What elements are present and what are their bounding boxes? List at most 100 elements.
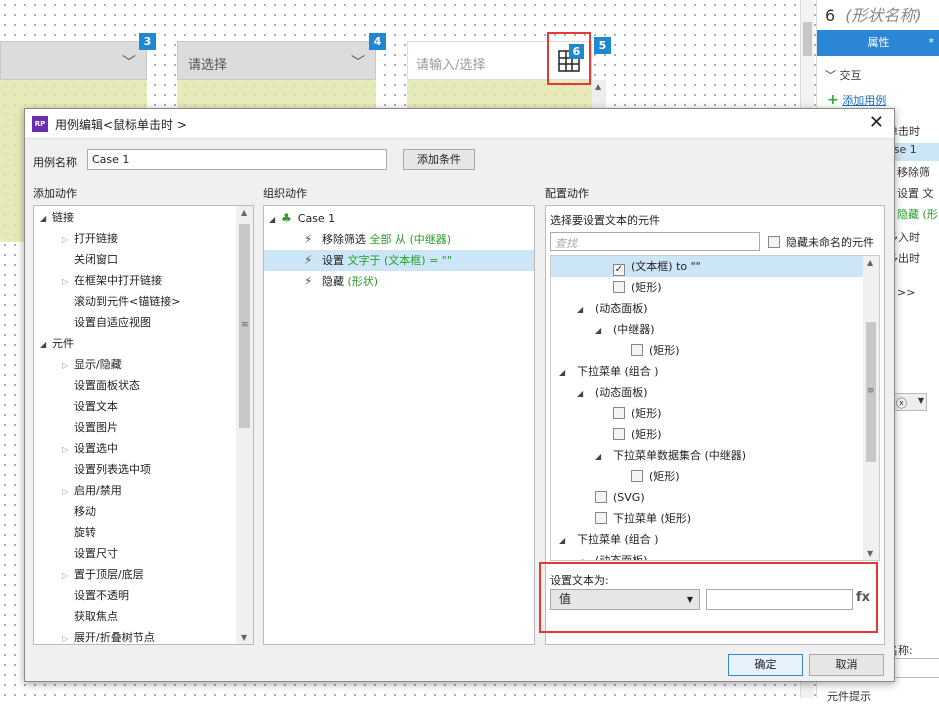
canvas-dropdown[interactable]: ﹀: [0, 41, 147, 80]
widget-tree-item[interactable]: 下拉菜单 (矩形): [551, 508, 863, 529]
dialog-titlebar: RP 用例编辑<鼠标单击时 > ✕: [25, 109, 894, 139]
more-arrows[interactable]: >>: [897, 286, 915, 299]
lightning-icon: ⚡: [304, 274, 313, 288]
chevron-down-icon: ▼: [917, 396, 924, 405]
scrollbar-thumb[interactable]: ≡: [239, 224, 250, 428]
chevron-down-icon: ﹀: [825, 69, 840, 82]
expander-icon: ▷: [62, 634, 69, 643]
action-item[interactable]: ◢ 链接: [40, 207, 74, 228]
checkbox[interactable]: [595, 491, 607, 503]
dialog-title: 用例编辑<鼠标单击时 >: [55, 118, 187, 132]
action-item[interactable]: ▷ 显示/隐藏: [62, 354, 122, 375]
tooltip-section[interactable]: 元件提示: [827, 688, 871, 704]
widget-tree-item[interactable]: (矩形): [551, 340, 863, 361]
widget-tree-item[interactable]: (矩形): [551, 403, 863, 424]
case-editor-dialog: RP 用例编辑<鼠标单击时 > ✕ 用例名称 Case 1 添加条件 添加动作 …: [24, 108, 895, 682]
expander-icon[interactable]: ◢: [595, 446, 607, 467]
case-name-input[interactable]: Case 1: [87, 149, 387, 170]
action-item[interactable]: 设置不透明: [62, 585, 129, 606]
action-node[interactable]: ⚡ 隐藏 (形状): [264, 271, 534, 292]
action-item[interactable]: 隐藏 (形: [897, 206, 938, 222]
canvas-shape: [177, 80, 376, 110]
checkbox[interactable]: [613, 428, 625, 440]
chevron-down-icon: ﹀: [351, 55, 365, 71]
action-node[interactable]: ⚡ 移除筛选 全部 从 (中继器): [264, 229, 534, 250]
add-case-link[interactable]: + 添加用例: [827, 92, 886, 108]
action-item[interactable]: 滚动到元件<锚链接>: [62, 291, 180, 312]
widget-tree-item[interactable]: ◢ 下拉菜单 (组合 ): [551, 529, 863, 550]
expander-icon[interactable]: ◢: [577, 299, 589, 320]
action-item[interactable]: 旋转: [62, 522, 96, 543]
widget-tree-item[interactable]: ◢(动态面板): [551, 382, 863, 403]
widget-tree-item[interactable]: (矩形): [551, 466, 863, 487]
expander-icon[interactable]: ◢: [559, 530, 571, 551]
checkbox[interactable]: [613, 407, 625, 419]
widget-tree-item[interactable]: (矩形): [551, 277, 863, 298]
widget-title: 6 (形状名称): [825, 6, 922, 25]
scrollbar-thumb[interactable]: [803, 22, 812, 56]
expander-icon: ▷: [62, 571, 69, 580]
action-item[interactable]: 设置尺寸: [62, 543, 118, 564]
action-item[interactable]: ▷ 打开链接: [62, 228, 118, 249]
expander-icon[interactable]: ◢: [559, 362, 571, 383]
hide-unnamed-checkbox[interactable]: 隐藏未命名的元件: [768, 234, 874, 250]
widget-tree-item[interactable]: ✓ (文本框) to "": [551, 256, 863, 277]
action-item[interactable]: ▷ 设置选中: [62, 438, 118, 459]
tab-properties[interactable]: 属性 *: [817, 30, 939, 56]
checkbox[interactable]: [595, 512, 607, 524]
widget-tree-item[interactable]: ◢(动态面板): [551, 550, 863, 560]
checkbox[interactable]: ✓: [613, 264, 625, 276]
widget-tree-item[interactable]: ◢ 下拉菜单数据集合 (中继器): [551, 445, 863, 466]
canvas-dropdown[interactable]: 请选择 ﹀: [177, 41, 376, 80]
widget-tree-item[interactable]: (SVG): [551, 487, 863, 508]
expander-icon[interactable]: ◢: [595, 320, 607, 341]
action-item[interactable]: ▷ 置于顶层/底层: [62, 564, 144, 585]
action-node[interactable]: ⚡ 设置 文字于 (文本框) = "": [264, 250, 534, 271]
close-circle-icon: ⓧ: [896, 397, 907, 410]
action-item[interactable]: ▷ 展开/折叠树节点: [62, 627, 155, 644]
organize-actions-tree: ◢ ♣ Case 1 ⚡ 移除筛选 全部 从 (中继器) ⚡ 设置 文字于 (文本框) =…: [263, 205, 535, 645]
case-node[interactable]: ◢ ♣ Case 1: [269, 208, 335, 229]
widget-tree-item[interactable]: ◢(动态面板): [551, 298, 863, 319]
interaction-section[interactable]: ﹀ 交互: [825, 67, 862, 83]
action-item[interactable]: 设置图片: [62, 417, 118, 438]
add-condition-button[interactable]: 添加条件: [403, 149, 475, 170]
expander-icon[interactable]: ◢: [577, 551, 589, 560]
checkbox[interactable]: [631, 470, 643, 482]
scrollbar-vertical[interactable]: ▲ ≡ ▼: [236, 206, 253, 644]
organize-actions-heading: 组织动作: [263, 187, 307, 200]
widget-tree-item[interactable]: ◢ (中继器): [551, 319, 863, 340]
action-item[interactable]: 设置面板状态: [62, 375, 140, 396]
scrollbar-thumb[interactable]: ≡: [866, 322, 876, 462]
selected-widget-highlight[interactable]: 6: [547, 32, 591, 85]
scrollbar-vertical[interactable]: ▲ ≡ ▼: [863, 256, 879, 560]
widget-tree-item[interactable]: (矩形): [551, 424, 863, 445]
action-item[interactable]: 设置文本: [62, 396, 118, 417]
ok-button[interactable]: 确定: [728, 654, 803, 676]
action-item[interactable]: 移动: [62, 501, 96, 522]
cancel-button[interactable]: 取消: [809, 654, 884, 676]
action-item[interactable]: 移除筛: [897, 164, 930, 180]
lightning-icon: ⚡: [304, 253, 313, 267]
action-item[interactable]: ◢ 元件: [40, 333, 74, 354]
action-item[interactable]: 设置自适应视图: [62, 312, 151, 333]
action-item[interactable]: 关闭窗口: [62, 249, 118, 270]
clear-select[interactable]: ⓧ ▼: [893, 393, 927, 411]
action-item[interactable]: 设置 文: [897, 185, 934, 201]
close-icon[interactable]: ✕: [869, 112, 884, 133]
checkbox[interactable]: [631, 344, 643, 356]
action-item[interactable]: ▷ 在框架中打开链接: [62, 270, 162, 291]
add-action-heading: 添加动作: [33, 187, 77, 200]
widget-number-badge: 3: [139, 33, 156, 50]
action-item[interactable]: ▷ 启用/禁用: [62, 480, 122, 501]
expander-icon: ▷: [62, 235, 69, 244]
widget-tree-item[interactable]: ◢ 下拉菜单 (组合 ): [551, 361, 863, 382]
checkbox[interactable]: [613, 281, 625, 293]
plus-icon: +: [827, 92, 839, 108]
name-input[interactable]: [893, 658, 939, 678]
expander-icon[interactable]: ◢: [577, 383, 589, 404]
search-input[interactable]: 查找: [550, 232, 760, 251]
expander-icon: ▷: [62, 361, 69, 370]
action-item[interactable]: 获取焦点: [62, 606, 118, 627]
action-item[interactable]: 设置列表选中项: [62, 459, 151, 480]
